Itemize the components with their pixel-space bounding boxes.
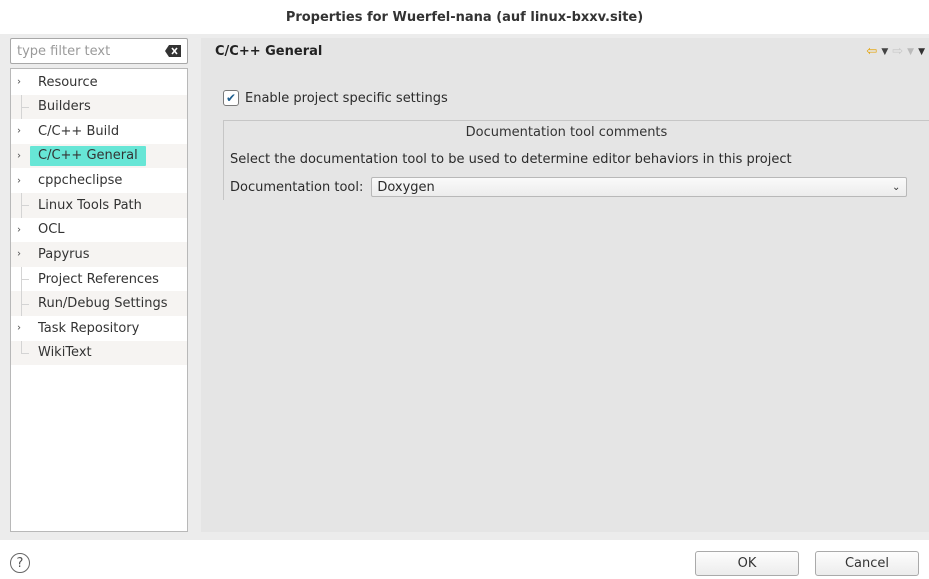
tree-item-label: WikiText [38,345,92,361]
documentation-tool-group: Documentation tool comments Select the d… [223,120,929,200]
group-description: Select the documentation tool to be used… [230,152,792,167]
expand-arrow-icon[interactable]: › [17,323,21,334]
tree-item-project-references[interactable]: Project References [11,266,187,292]
tree-item-cppcheclipse[interactable]: › cppcheclipse [11,168,187,193]
tree-item-label: Papyrus [38,246,90,262]
tree-item-label: Resource [38,74,98,90]
tree-item-linux-tools-path[interactable]: Linux Tools Path [11,192,187,218]
tree-branch [21,303,29,305]
expand-arrow-icon[interactable]: › [17,151,21,162]
left-column: type filter text › Resource Builders › C… [10,38,188,532]
tree-item-run-debug-settings[interactable]: Run/Debug Settings [11,291,187,316]
tree-branch [21,279,29,281]
documentation-tool-label: Documentation tool: [230,179,364,195]
tree-item-label: OCL [38,222,65,238]
tree-item-label: Linux Tools Path [38,197,142,213]
expand-arrow-icon[interactable]: › [17,249,21,260]
expand-arrow-icon[interactable]: › [17,224,21,235]
forward-arrow-icon[interactable]: ⇨ [892,44,903,59]
tree-item-c-cpp-general[interactable]: › C/C++ General [11,143,187,169]
properties-page: C/C++ General ⇦ ▼ ⇨ ▼ ▼ ✔ Enable project… [201,38,929,532]
expand-arrow-icon[interactable]: › [17,126,21,137]
clear-filter-icon[interactable] [165,45,181,57]
expand-arrow-icon[interactable]: › [17,175,21,186]
forward-history-chevron-icon[interactable]: ▼ [907,47,914,57]
view-menu-icon[interactable]: ▼ [918,47,925,57]
page-navigation: ⇦ ▼ ⇨ ▼ ▼ [866,44,925,59]
tree-item-label: cppcheclipse [38,173,123,189]
group-title: Documentation tool comments [465,125,668,140]
enable-project-settings-checkbox[interactable]: ✔ [223,90,239,106]
enable-project-settings-label: Enable project specific settings [245,90,448,106]
tree-item-task-repository[interactable]: › Task Repository [11,316,187,341]
tree-item-ocl[interactable]: › OCL [11,218,187,243]
cancel-button[interactable]: Cancel [815,551,919,576]
tree-item-label: Builders [38,99,91,115]
tree-item-papyrus[interactable]: › Papyrus [11,242,187,267]
tree-item-wikitext[interactable]: WikiText [11,340,187,366]
help-icon[interactable]: ? [10,553,30,573]
back-arrow-icon[interactable]: ⇦ [866,44,877,59]
tree-item-label: Task Repository [38,320,140,336]
filter-input[interactable]: type filter text [10,38,188,64]
documentation-tool-value: Doxygen [377,179,435,195]
tree-item-label: Run/Debug Settings [38,296,168,312]
dialog-title: Properties for Wuerfel-nana (auf linux-b… [0,0,929,34]
tree-item-label: Project References [38,271,159,287]
tree-branch [21,106,29,108]
tree-item-resource[interactable]: › Resource [11,70,187,95]
enable-project-settings-row[interactable]: ✔ Enable project specific settings [223,90,448,106]
tree-branch [21,352,29,354]
tree-item-builders[interactable]: Builders [11,94,187,120]
tree-item-label: C/C++ Build [38,123,120,139]
ok-button[interactable]: OK [695,551,799,576]
documentation-tool-row: Documentation tool: Doxygen ⌄ [224,177,929,197]
filter-placeholder: type filter text [17,43,111,59]
back-history-chevron-icon[interactable]: ▼ [881,47,888,57]
documentation-tool-select[interactable]: Doxygen ⌄ [371,177,908,197]
chevron-down-icon: ⌄ [891,181,901,193]
tree-branch [21,205,29,207]
properties-tree: › Resource Builders › C/C++ Build › C/C+… [10,68,188,532]
tree-line [21,340,22,353]
tree-item-label: C/C++ General [30,146,146,167]
tree-item-c-cpp-build[interactable]: › C/C++ Build [11,119,187,144]
expand-arrow-icon[interactable]: › [17,77,21,88]
page-title: C/C++ General [215,43,323,59]
